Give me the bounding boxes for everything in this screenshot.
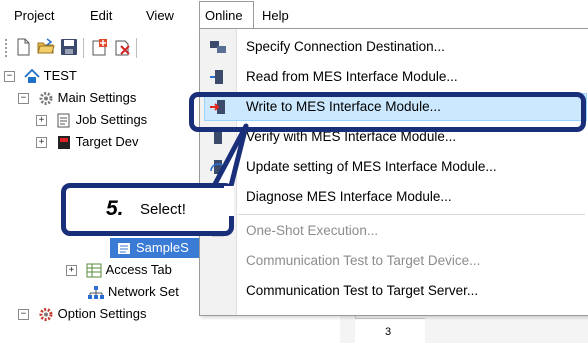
menu-help[interactable]: Help <box>262 8 289 23</box>
tree-item-root[interactable]: − TEST <box>4 66 77 86</box>
menu-view[interactable]: View <box>146 8 174 23</box>
tree-label-target-device: Target Dev <box>75 134 139 149</box>
menu-item-label: Communication Test to Target Device... <box>246 253 481 268</box>
callout-text: Select! <box>140 201 186 218</box>
sample-icon <box>118 243 130 255</box>
tree-item-network-settings[interactable]: Network Set <box>88 282 179 302</box>
menu-item-label: Specify Connection Destination... <box>246 39 445 54</box>
toolbar-grip[interactable] <box>5 39 9 57</box>
option-gear-icon <box>39 308 53 322</box>
network-icon <box>88 286 104 300</box>
table-icon <box>86 263 102 278</box>
tree-label-access-table: Access Tab <box>105 262 172 277</box>
menu-bar: Project Edit View Online Help <box>0 0 588 31</box>
collapse-icon[interactable]: − <box>18 309 29 321</box>
tree-label-main-settings: Main Settings <box>57 90 137 105</box>
tree-label-network-settings: Network Set <box>108 284 179 299</box>
gear-icon <box>39 92 53 106</box>
job-icon <box>57 113 70 128</box>
tree-item-target-device[interactable]: + Target Dev <box>36 132 139 152</box>
menu-online[interactable]: Online <box>205 8 243 23</box>
home-icon <box>23 69 40 84</box>
menu-edit[interactable]: Edit <box>90 8 112 23</box>
new-file-icon[interactable] <box>14 38 32 56</box>
toolbar-separator <box>83 38 84 58</box>
tree-label-job-settings: Job Settings <box>75 112 148 127</box>
callout-arrow-join <box>224 186 234 216</box>
delete-item-icon[interactable] <box>113 38 131 56</box>
tree-item-sample-selected[interactable]: SampleS <box>110 238 206 258</box>
tree-item-job-settings[interactable]: + Job Settings <box>36 110 147 130</box>
menu-separator <box>238 214 585 215</box>
tree-label-root: TEST <box>43 68 77 83</box>
menu-item-one-shot-execution[interactable]: One-Shot Execution... <box>200 216 588 246</box>
menu-item-label: One-Shot Execution... <box>246 223 379 238</box>
callout-step-number: 5. <box>106 197 124 220</box>
menu-item-specify-connection[interactable]: Specify Connection Destination... <box>200 32 588 62</box>
grid-row-cell[interactable]: 3 <box>355 318 425 344</box>
collapse-icon[interactable]: − <box>18 93 29 105</box>
collapse-icon[interactable]: − <box>4 71 15 83</box>
read-icon <box>210 70 223 84</box>
menu-item-comm-test-device[interactable]: Communication Test to Target Device... <box>200 246 588 276</box>
save-icon[interactable] <box>60 38 78 56</box>
menu-project[interactable]: Project <box>14 8 54 23</box>
tree-label-option-settings: Option Settings <box>57 306 147 321</box>
expand-icon[interactable]: + <box>36 137 47 149</box>
menu-item-label: Diagnose MES Interface Module... <box>246 189 452 204</box>
menu-item-read-from-module[interactable]: Read from MES Interface Module... <box>200 62 588 92</box>
menu-item-label: Communication Test to Target Server... <box>246 283 479 298</box>
menu-item-comm-test-server[interactable]: Communication Test to Target Server... <box>200 276 588 306</box>
device-icon <box>57 136 70 150</box>
tree-item-option-settings[interactable]: − Option Settings <box>18 304 147 324</box>
expand-icon[interactable]: + <box>36 115 47 127</box>
tree-item-main-settings[interactable]: − Main Settings <box>18 88 136 108</box>
add-item-icon[interactable] <box>90 38 108 56</box>
connection-icon <box>210 41 226 53</box>
toolbar-separator <box>136 38 137 58</box>
tree-label-sample: SampleS <box>136 240 189 255</box>
open-folder-icon[interactable] <box>37 38 55 56</box>
grid-row-number: 3 <box>385 326 392 338</box>
menu-item-label: Read from MES Interface Module... <box>246 69 458 84</box>
menu-item-label: Update setting of MES Interface Module..… <box>246 159 497 174</box>
tree-item-access-table[interactable]: + Access Tab <box>66 260 172 280</box>
callout-box: 5. Select! <box>61 183 234 236</box>
expand-icon[interactable]: + <box>66 265 77 277</box>
